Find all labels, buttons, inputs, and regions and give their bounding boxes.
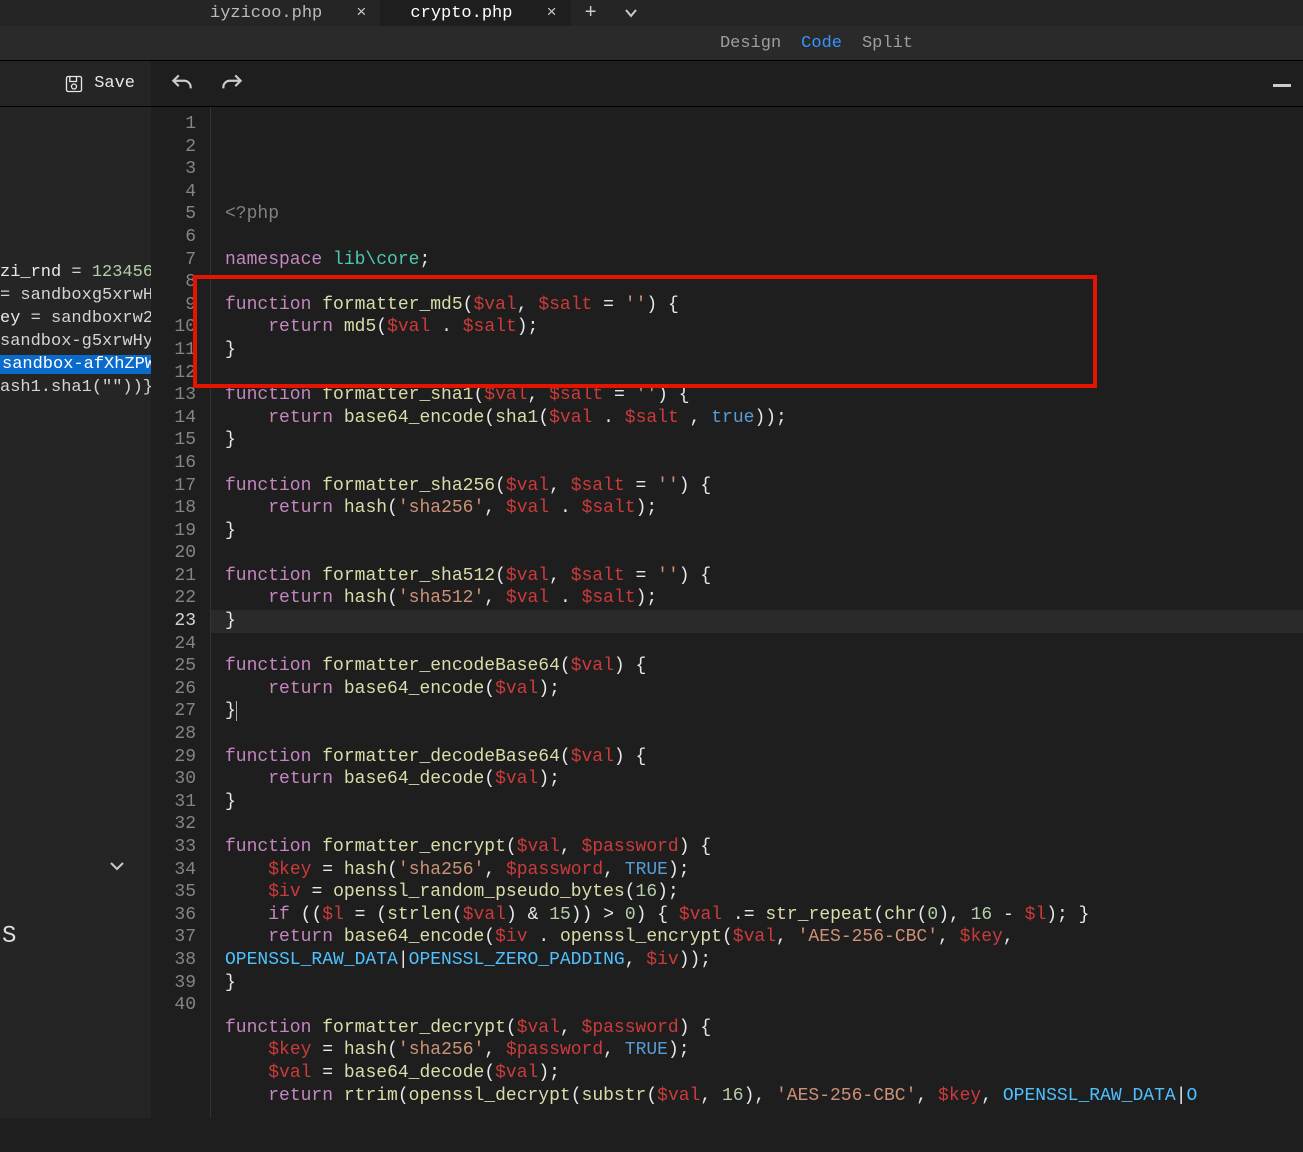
left-sidebar: Save zi_rnd = 123456789 = sandboxg5xrwHy… — [0, 61, 151, 1118]
tab-crypto[interactable]: crypto.php × — [380, 0, 570, 26]
tab-iyzicoo[interactable]: iyzicoo.php × — [180, 0, 380, 26]
code-editor[interactable]: 1234567891011121314151617181920212223242… — [151, 107, 1303, 1118]
tab-label: crypto.php — [410, 4, 512, 23]
minimize-icon[interactable] — [1267, 70, 1297, 100]
panel-footer-letter: S — [0, 925, 16, 948]
code-text: <?php namespace lib\core; function forma… — [225, 203, 1303, 1107]
close-icon[interactable]: × — [546, 4, 556, 23]
code-area[interactable]: <?php namespace lib\core; function forma… — [211, 107, 1303, 1118]
view-code[interactable]: Code — [801, 34, 842, 53]
save-icon — [64, 74, 84, 94]
tab-label: iyzicoo.php — [210, 4, 322, 23]
history-bar — [151, 61, 1303, 107]
left-code-strip: zi_rnd = 123456789 = sandboxg5xrwHyFey =… — [0, 107, 151, 399]
redo-icon[interactable] — [219, 71, 245, 97]
save-button[interactable]: Save — [94, 74, 135, 93]
tab-dropdown-button[interactable] — [611, 0, 651, 26]
line-number-gutter: 1234567891011121314151617181920212223242… — [151, 107, 211, 1118]
undo-icon[interactable] — [169, 71, 195, 97]
save-bar: Save — [0, 61, 151, 107]
tab-bar: iyzicoo.php × crypto.php × + — [0, 0, 1303, 26]
close-icon[interactable]: × — [356, 4, 366, 23]
chevron-down-icon[interactable] — [0, 844, 151, 888]
add-tab-button[interactable]: + — [571, 0, 611, 26]
view-design[interactable]: Design — [720, 34, 781, 53]
view-split[interactable]: Split — [862, 34, 913, 53]
view-mode-bar: Design Code Split — [0, 26, 1303, 61]
